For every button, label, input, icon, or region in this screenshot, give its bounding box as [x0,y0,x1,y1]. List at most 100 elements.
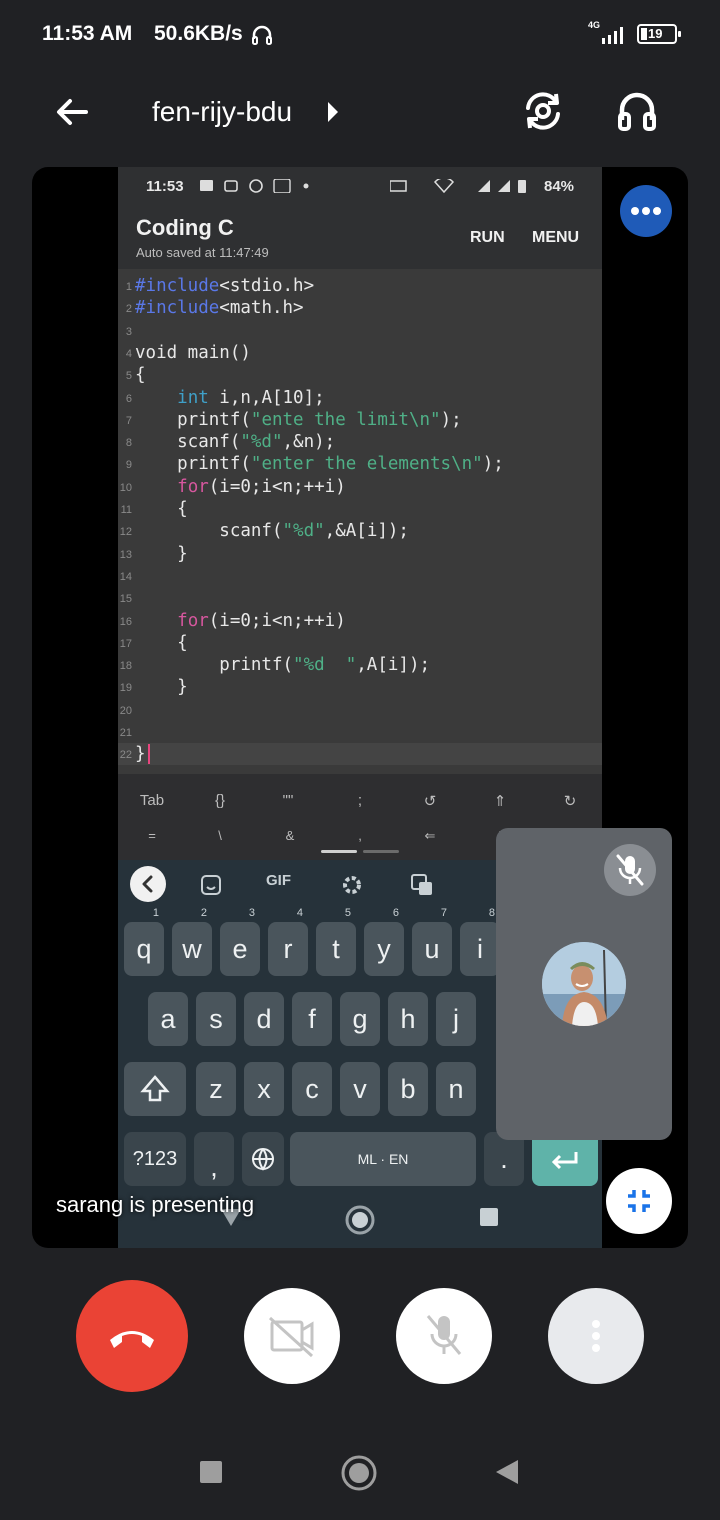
line-number: 14 [119,570,132,583]
dots-icon [631,207,661,215]
headphones-icon[interactable] [614,88,660,134]
code-text: printf("enter the elements\n"); [135,454,504,475]
keyboard-key: c [292,1062,332,1116]
code-text: printf("ente the limit\n"); [135,409,462,430]
globe-key [242,1132,284,1186]
caret-right-icon[interactable] [328,102,338,122]
key-label: , [210,1152,218,1182]
key-label: u [424,934,440,964]
keyboard-key: z [196,1062,236,1116]
period-key: . [484,1132,524,1186]
keyboard-key: a [148,992,188,1046]
key-label: s [209,1004,223,1034]
extra-key: ↻ [563,793,577,810]
code-text: printf("%d ",A[i]); [135,655,431,676]
keyboard-key: g [340,992,380,1046]
key-label: i [477,934,483,964]
key-label: t [332,934,340,964]
line-number: 10 [119,481,132,494]
status-bar: 11:53 AM 50.6KB/s 4G 19 [0,0,720,70]
switch-camera-icon[interactable] [520,88,566,134]
autosave-text: Auto saved at 11:47:49 [136,245,269,260]
avatar [542,942,626,1026]
key-label: ML · EN [357,1151,409,1167]
tile-mic-off-icon [604,844,656,896]
keyboard-collapse-icon [130,866,166,902]
line-number: 3 [125,325,132,338]
collapse-button[interactable] [606,1168,672,1234]
key-hint: 8 [488,907,495,919]
line-number: 15 [119,593,132,606]
back-icon[interactable] [494,1458,520,1486]
key-label: w [182,934,202,964]
key-label: e [232,934,248,964]
key-hint: 4 [296,907,303,919]
meeting-code[interactable]: fen-rijy-bdu [152,96,292,128]
symbols-key: ?123 [124,1132,186,1186]
extra-key: "" [282,792,294,809]
code-text: } [135,543,188,564]
key-label: z [209,1074,223,1104]
code-line: 5{ [118,364,602,386]
shift-key [124,1062,186,1116]
home-icon[interactable] [340,1454,378,1492]
code-text: } [135,677,188,698]
keyboard-key: r4 [268,907,308,976]
line-number: 12 [119,526,132,539]
keyboard-key: u7 [412,907,452,976]
line-number: 9 [125,459,132,472]
presentation-panel: 11:53 84% Coding C Auto saved at 11:47:4… [32,167,688,1248]
mic-toggle-button[interactable] [396,1288,492,1384]
key-label: v [353,1074,367,1104]
line-number: 22 [119,749,132,762]
code-text: int i,n,A[10]; [177,387,325,408]
shared-home-icon [345,1205,375,1235]
key-hint: 1 [152,907,159,919]
line-number: 1 [125,281,132,293]
battery-icon: 19 [637,24,681,44]
keyboard-key: q1 [124,907,164,976]
key-label: r [283,934,293,964]
code-text: scanf("%d",&A[i]); [135,521,409,542]
keyboard-key: e3 [220,907,260,976]
emoji-comma-key: , [194,1132,234,1186]
extra-key: ↺ [423,793,437,810]
code-line: 15 [118,587,602,609]
code-line: 9 printf("enter the elements\n"); [118,453,602,475]
sticker-icon [201,875,221,895]
extra-key: Tab [139,792,165,809]
code-text: { [135,632,188,653]
camera-off-icon [268,1316,314,1358]
settings-icon [343,876,361,894]
end-call-button[interactable] [76,1280,188,1392]
key-label: x [257,1074,271,1104]
keyboard-key: v [340,1062,380,1116]
page-indicator-active [321,850,357,853]
more-participants-button[interactable] [620,185,672,237]
keyboard-key: y6 [364,907,404,976]
keyboard-key: b [388,1062,428,1116]
key-label: ?123 [132,1148,178,1170]
key-label: c [305,1074,319,1104]
code-text: } [135,744,150,765]
more-options-button[interactable] [548,1288,644,1384]
network-type: 4G [588,20,601,30]
code-line: 10 for(i=0;i<n;++i) [118,476,602,498]
code-line: 2 #include<math.h> [118,297,602,319]
keyboard-key: j [436,992,476,1046]
coding-app-title: Coding C [136,215,234,240]
camera-toggle-button[interactable] [244,1288,340,1384]
headphones-status-icon [252,25,272,45]
code-text: { [135,365,146,386]
keyboard-key: d [244,992,284,1046]
key-hint: 2 [200,907,207,919]
code-line: 16 for(i=0;i<n;++i) [118,610,602,632]
code-line: 18 printf("%d ",A[i]); [118,654,602,676]
self-video-tile[interactable] [496,828,672,1140]
line-number: 2 [125,303,132,316]
recents-icon[interactable] [199,1460,223,1484]
shared-status-time: 11:53 [146,178,184,195]
back-arrow-icon[interactable] [50,90,94,134]
code-line: 13 } [118,543,602,565]
net-speed: 50.6KB/s [154,22,243,45]
